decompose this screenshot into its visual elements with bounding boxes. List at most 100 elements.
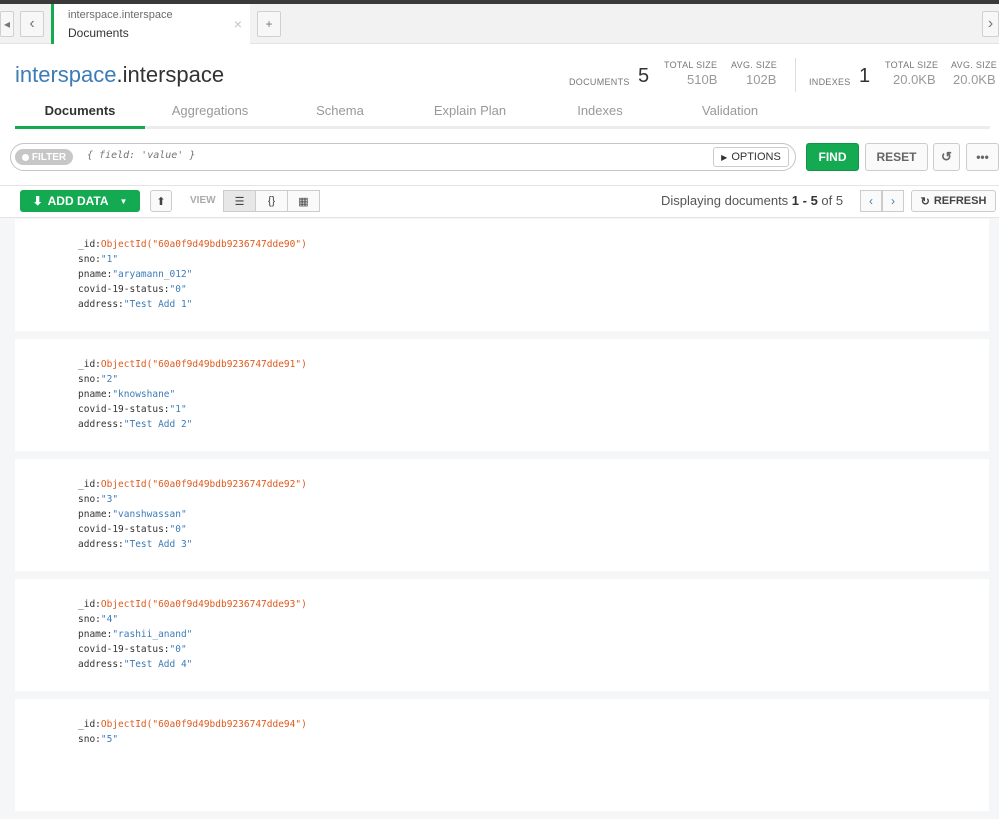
- field-value: "Test Add 3": [123, 539, 193, 550]
- back-button[interactable]: ‹: [20, 11, 44, 37]
- caret-right-icon: ▶: [721, 152, 728, 162]
- more-options-button[interactable]: •••: [966, 143, 999, 171]
- tab-namespace: interspace.interspace: [68, 9, 173, 21]
- document-list: _id:ObjectId("60a0f9d49bdb9236747dde90")…: [15, 219, 989, 819]
- document-card[interactable]: _id:ObjectId("60a0f9d49bdb9236747dde92")…: [15, 459, 989, 571]
- field-row: sno:"5": [78, 732, 989, 747]
- collection-name: .interspace: [116, 62, 225, 87]
- filter-box: FILTER ▶ OPTIONS: [10, 143, 796, 171]
- document-card[interactable]: _id:ObjectId("60a0f9d49bdb9236747dde94")…: [15, 699, 989, 811]
- field-row: pname:"vanshwassan": [78, 507, 989, 522]
- field-key: _id:: [78, 239, 101, 250]
- field-row: covid-19-status:"0": [78, 282, 989, 297]
- field-key: address:: [78, 419, 124, 430]
- field-value: "vanshwassan": [112, 509, 187, 520]
- field-key: _id:: [78, 599, 101, 610]
- field-value: ObjectId("60a0f9d49bdb9236747dde92"): [100, 479, 307, 490]
- field-key: _id:: [78, 719, 101, 730]
- field-key: covid-19-status:: [78, 644, 170, 655]
- field-key: sno:: [78, 374, 101, 385]
- field-row: pname:"knowshane": [78, 387, 989, 402]
- field-key: pname:: [78, 389, 113, 400]
- braces-icon: {}: [267, 195, 276, 207]
- reset-button[interactable]: RESET: [865, 143, 928, 171]
- field-value: "0": [169, 644, 187, 655]
- field-row: address:"Test Add 1": [78, 297, 989, 312]
- json-view-button[interactable]: {}: [255, 190, 288, 212]
- tab-documents[interactable]: interspace.interspace Documents ×: [51, 4, 250, 44]
- field-key: address:: [78, 659, 124, 670]
- pagination-summary: Displaying documents 1 - 5 of 5: [661, 193, 843, 208]
- total-size-value: 510B: [687, 72, 718, 87]
- field-row: covid-19-status:"0": [78, 522, 989, 537]
- tab-title: Documents: [68, 26, 129, 40]
- close-icon[interactable]: ×: [234, 16, 242, 32]
- next-page-button[interactable]: ›: [882, 190, 904, 212]
- info-icon: [21, 153, 29, 161]
- tab-documents-view[interactable]: Documents: [15, 100, 145, 129]
- field-value: "aryamann_012": [112, 269, 193, 280]
- list-view-button[interactable]: ☰: [223, 190, 256, 212]
- view-label: VIEW: [190, 195, 216, 206]
- add-data-button[interactable]: ⬇ ADD DATA ▼: [20, 190, 140, 212]
- forward-button[interactable]: ›: [982, 11, 999, 37]
- field-value: "2": [100, 374, 119, 385]
- document-card[interactable]: _id:ObjectId("60a0f9d49bdb9236747dde90")…: [15, 219, 989, 331]
- field-key: pname:: [78, 269, 113, 280]
- field-value: "1": [100, 254, 119, 265]
- field-key: pname:: [78, 629, 113, 640]
- scroll-left-button[interactable]: ◂: [0, 11, 14, 37]
- documents-label: DOCUMENTS: [569, 77, 630, 87]
- avg-size-value: 102B: [746, 72, 777, 87]
- options-button[interactable]: ▶ OPTIONS: [713, 147, 789, 167]
- avg-size-label: AVG. SIZE: [731, 60, 778, 70]
- document-card[interactable]: _id:ObjectId("60a0f9d49bdb9236747dde93")…: [15, 579, 989, 691]
- field-key: sno:: [78, 734, 101, 745]
- field-row: sno:"2": [78, 372, 989, 387]
- field-key: sno:: [78, 494, 101, 505]
- refresh-button[interactable]: ↻ REFRESH: [911, 190, 996, 212]
- refresh-label: REFRESH: [933, 195, 987, 207]
- new-tab-button[interactable]: +: [257, 11, 281, 37]
- field-row: _id:ObjectId("60a0f9d49bdb9236747dde92"): [78, 477, 989, 492]
- index-total-size-label: TOTAL SIZE: [885, 60, 939, 70]
- field-key: address:: [78, 539, 124, 550]
- field-row: _id:ObjectId("60a0f9d49bdb9236747dde90"): [78, 237, 989, 252]
- find-button[interactable]: FIND: [806, 143, 859, 171]
- tab-indexes[interactable]: Indexes: [535, 100, 665, 129]
- field-key: _id:: [78, 359, 101, 370]
- add-data-label: ADD DATA: [47, 194, 109, 208]
- total-size-label: TOTAL SIZE: [664, 60, 718, 70]
- displaying-total: of 5: [817, 193, 844, 208]
- history-button[interactable]: ↺: [933, 143, 960, 171]
- export-button[interactable]: ⬆: [150, 190, 172, 212]
- tab-bar: ◂ ‹ interspace.interspace Documents × + …: [0, 4, 999, 44]
- refresh-icon: ↻: [920, 195, 930, 208]
- field-row: address:"Test Add 2": [78, 417, 989, 432]
- field-value: "0": [169, 524, 187, 535]
- field-row: _id:ObjectId("60a0f9d49bdb9236747dde93"): [78, 597, 989, 612]
- documents-toolbar: ⬇ ADD DATA ▼ ⬆ VIEW ☰ {} ▦ Displaying do…: [0, 186, 999, 218]
- tab-schema[interactable]: Schema: [275, 100, 405, 129]
- field-value: "rashii_anand": [112, 629, 193, 640]
- index-avg-size-value: 20.0KB: [953, 72, 996, 87]
- field-key: _id:: [78, 479, 101, 490]
- displaying-range: 1 - 5: [791, 193, 818, 208]
- field-row: sno:"3": [78, 492, 989, 507]
- field-row: _id:ObjectId("60a0f9d49bdb9236747dde94"): [78, 717, 989, 732]
- field-value: "Test Add 4": [123, 659, 193, 670]
- tab-explain-plan[interactable]: Explain Plan: [405, 100, 535, 129]
- filter-input[interactable]: [87, 150, 687, 161]
- collection-tabs: Documents Aggregations Schema Explain Pl…: [15, 100, 795, 129]
- filter-pill: FILTER: [15, 149, 73, 165]
- document-card[interactable]: _id:ObjectId("60a0f9d49bdb9236747dde91")…: [15, 339, 989, 451]
- tab-validation[interactable]: Validation: [665, 100, 795, 129]
- view-switcher: ☰ {} ▦: [223, 190, 320, 212]
- filter-pill-label: FILTER: [31, 151, 67, 163]
- field-value: ObjectId("60a0f9d49bdb9236747dde94"): [100, 719, 307, 730]
- field-key: covid-19-status:: [78, 284, 170, 295]
- field-row: pname:"rashii_anand": [78, 627, 989, 642]
- tab-aggregations[interactable]: Aggregations: [145, 100, 275, 129]
- table-view-button[interactable]: ▦: [287, 190, 320, 212]
- prev-page-button[interactable]: ‹: [860, 190, 882, 212]
